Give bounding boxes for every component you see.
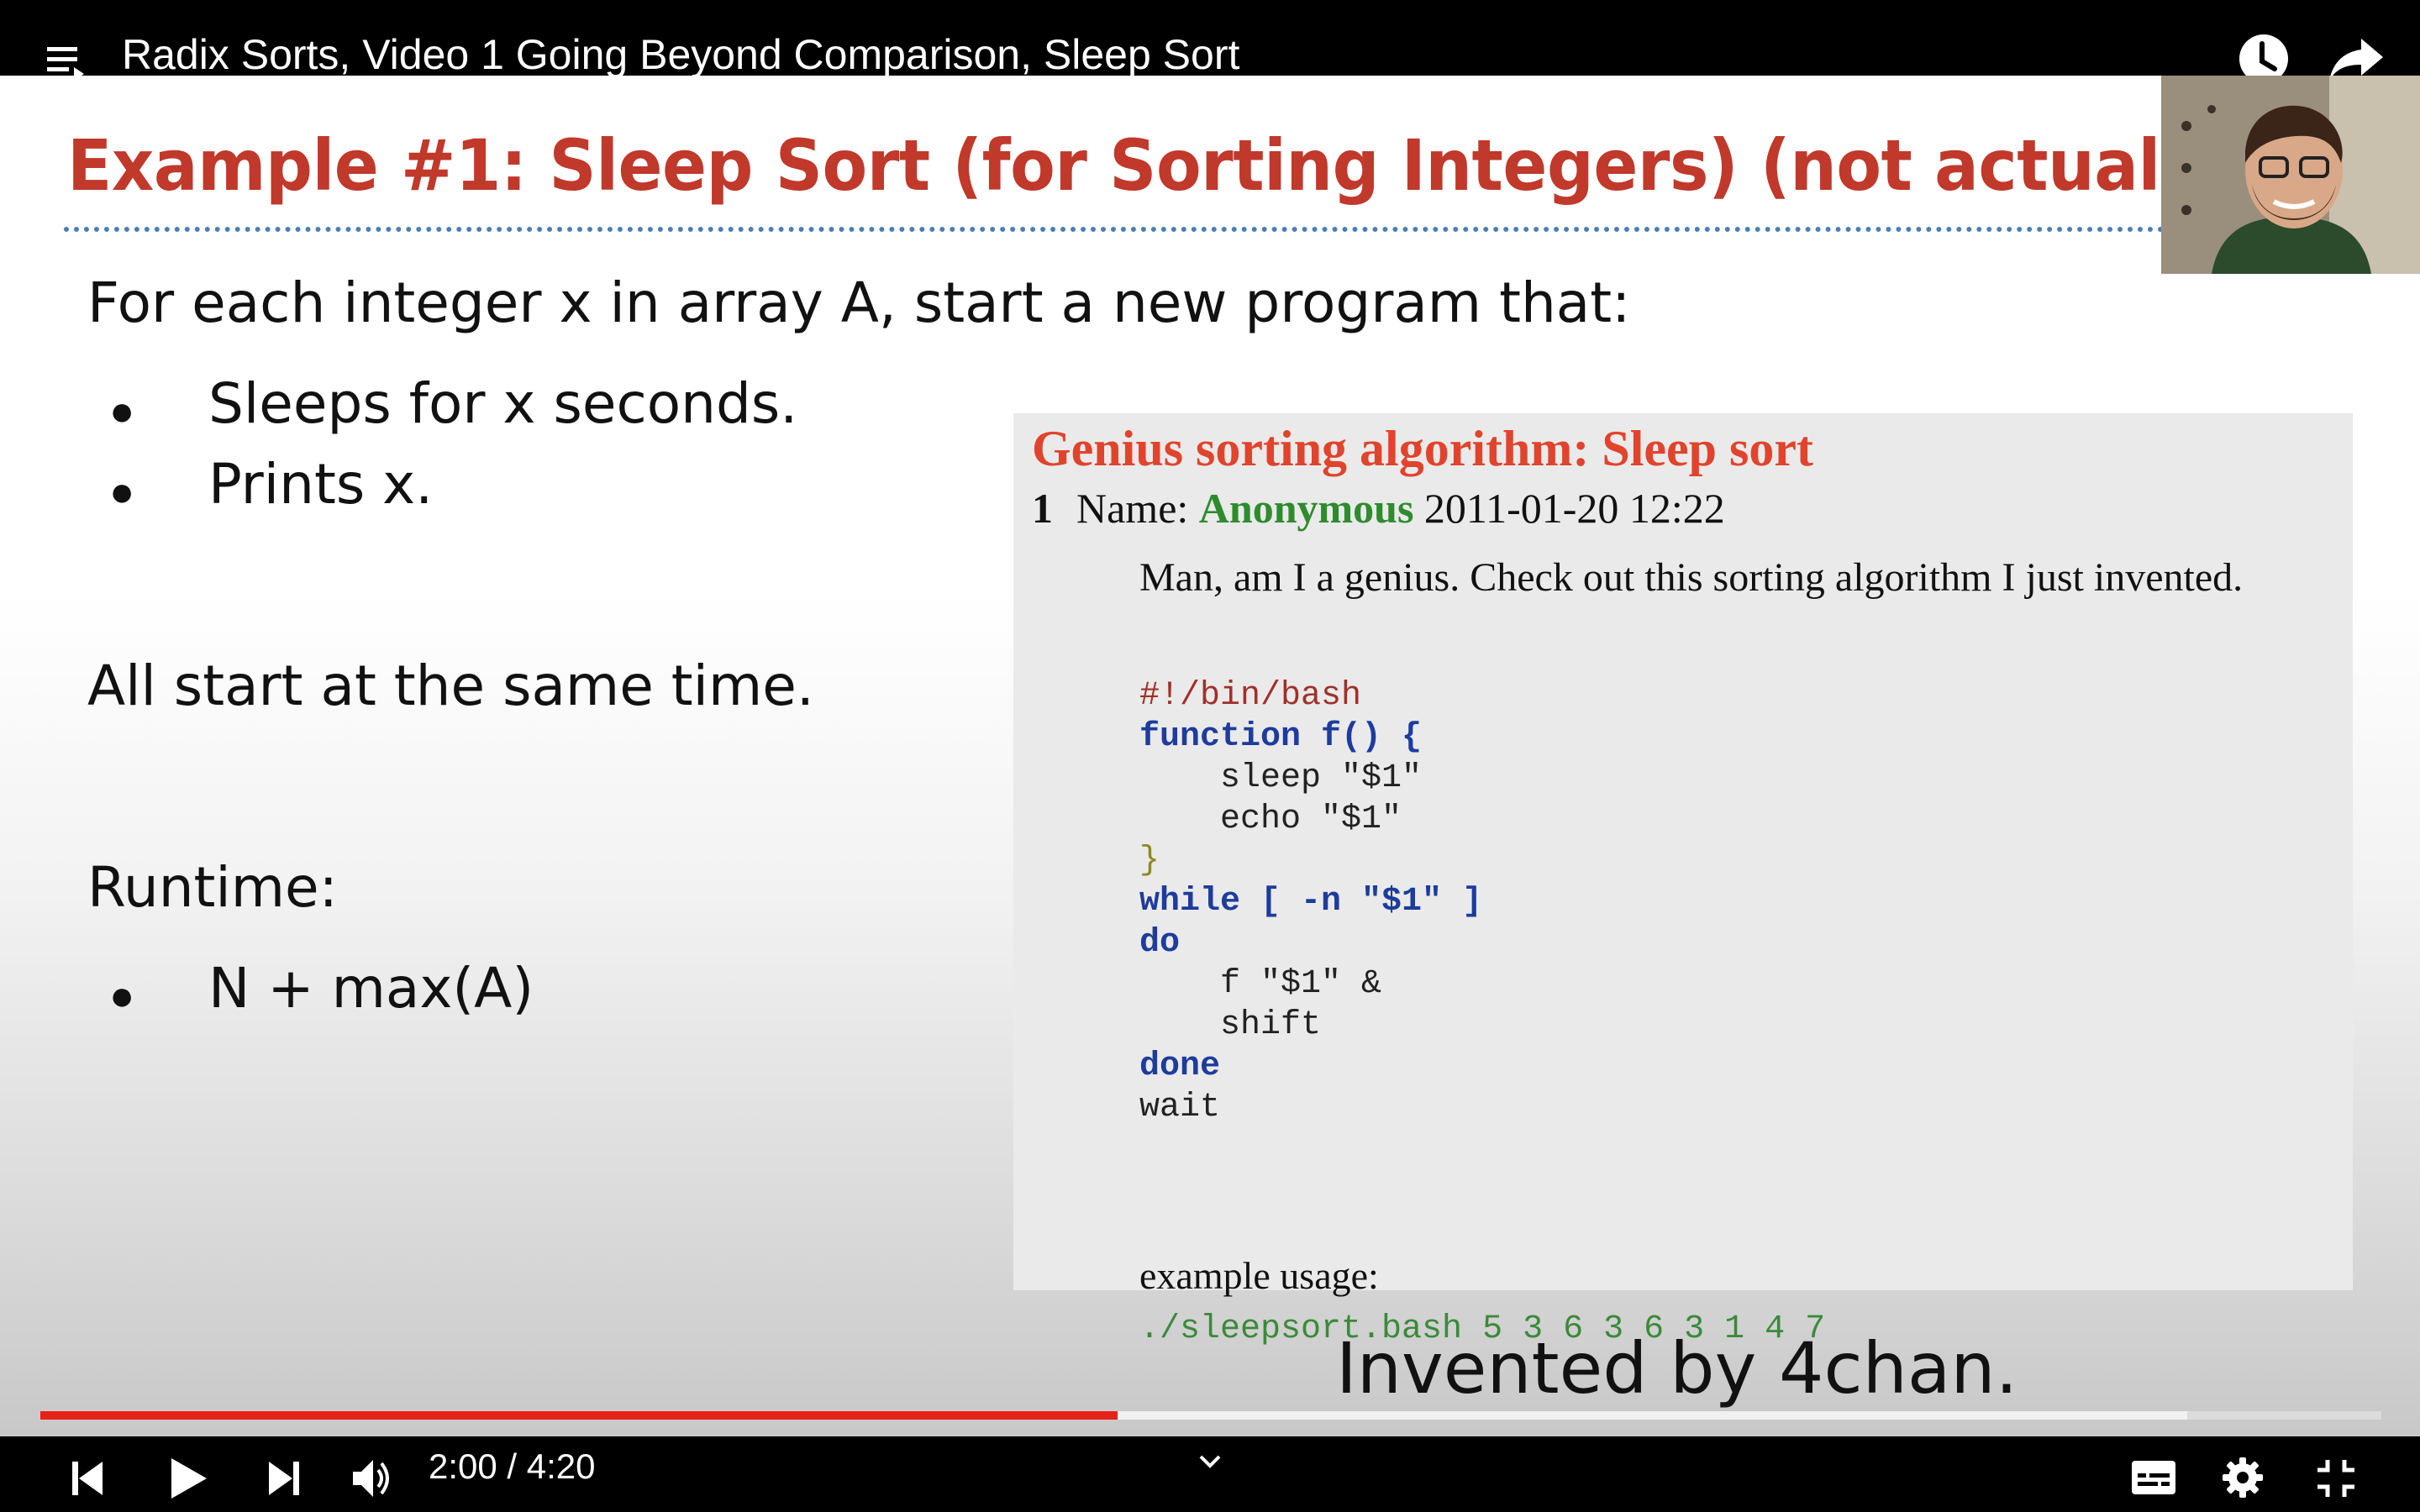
volume-icon[interactable] xyxy=(351,1458,395,1499)
play-icon[interactable] xyxy=(168,1457,208,1500)
slide-title: Example #1: Sleep Sort (for Sorting Inte… xyxy=(67,124,2420,207)
post-number: 1 xyxy=(1032,485,1053,532)
usage-label: example usage: xyxy=(1139,1254,1379,1297)
chevron-down-icon[interactable] xyxy=(1198,1453,1222,1470)
bullet-item: Sleeps for x seconds. xyxy=(208,371,798,436)
exit-fullscreen-icon[interactable] xyxy=(2316,1458,2356,1499)
title-divider xyxy=(64,227,2165,232)
progress-played xyxy=(40,1411,1118,1420)
progress-bar[interactable] xyxy=(40,1411,2381,1420)
intro-text: For each integer x in array A, start a n… xyxy=(87,270,1631,335)
code-line: shift xyxy=(1139,1006,1322,1044)
slide-footer: Invented by 4chan. xyxy=(1336,1327,2018,1410)
captions-icon[interactable] xyxy=(2131,1460,2176,1495)
post-timestamp: 2011-01-20 12:22 xyxy=(1423,485,1725,532)
next-icon[interactable] xyxy=(267,1460,301,1497)
name-label: Name: xyxy=(1076,485,1189,532)
bullet-marker: ● xyxy=(109,387,135,434)
player-controls xyxy=(0,1436,2420,1512)
code-line: while [ -n "$1" ] xyxy=(1139,883,1483,921)
player-top-bar: Radix Sorts, Video 1 Going Beyond Compar… xyxy=(0,0,2420,83)
bullet-marker: ● xyxy=(109,468,135,515)
video-frame[interactable]: Example #1: Sleep Sort (for Sorting Inte… xyxy=(0,76,2420,1436)
code-line: done xyxy=(1139,1047,1221,1085)
note-text: All start at the same time. xyxy=(87,654,814,718)
code-line: #!/bin/bash xyxy=(1139,677,1362,715)
presenter-webcam xyxy=(2161,76,2420,274)
time-display: 2:00 / 4:20 xyxy=(429,1446,596,1486)
code-line: sleep "$1" xyxy=(1139,759,1423,797)
bullet-item: Prints x. xyxy=(208,452,434,517)
post-author: Anonymous xyxy=(1198,485,1414,532)
bullet-marker: ● xyxy=(109,972,135,1019)
code-line: f "$1" & xyxy=(1139,965,1382,1003)
settings-icon[interactable] xyxy=(2222,1457,2264,1499)
post-title: Genius sorting algorithm: Sleep sort xyxy=(1032,421,1813,476)
video-title[interactable]: Radix Sorts, Video 1 Going Beyond Compar… xyxy=(122,30,1239,79)
code-line: wait xyxy=(1139,1089,1221,1126)
runtime-item: N + max(A) xyxy=(208,956,534,1021)
code-line: } xyxy=(1139,842,1160,879)
presenter-image xyxy=(2161,76,2420,274)
code-line: do xyxy=(1139,924,1181,962)
previous-icon[interactable] xyxy=(71,1460,104,1497)
post-message: Man, am I a genius. Check out this sorti… xyxy=(1139,555,2244,600)
forum-post-screenshot: Genius sorting algorithm: Sleep sort 1 Na… xyxy=(1013,413,2353,1348)
post-meta: 1 Name: Anonymous 2011-01-20 12:22 xyxy=(1032,484,1725,533)
code-line: echo "$1" xyxy=(1139,801,1402,838)
runtime-label: Runtime: xyxy=(87,855,338,920)
code-line: function f() { xyxy=(1139,718,1423,756)
